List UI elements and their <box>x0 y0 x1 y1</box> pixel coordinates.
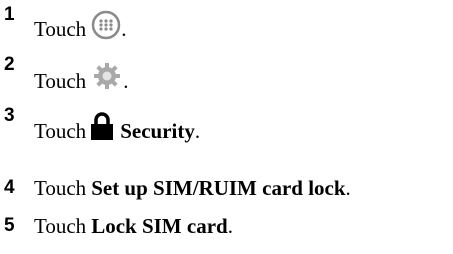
step-end: . <box>227 214 233 238</box>
step-instruction: Touch . <box>34 60 128 93</box>
step-verb: Touch <box>34 214 87 238</box>
step-verb: Touch <box>34 17 87 41</box>
step-verb: Touch <box>34 69 87 93</box>
step-3: 3 Touch Security . <box>0 106 453 146</box>
step-2: 2 Touch . <box>0 54 453 94</box>
gear-icon <box>94 63 121 89</box>
step-end: . <box>194 119 201 143</box>
step-5: 5 Touch Lock SIM card . <box>0 214 453 254</box>
step-number: 1 <box>4 4 15 25</box>
step-4: 4 Touch Set up SIM/RUIM card lock . <box>0 176 453 216</box>
step-instruction: Touch Security . <box>34 111 200 143</box>
step-target: Lock SIM card <box>91 214 228 238</box>
step-number: 5 <box>4 215 15 236</box>
step-1: 1 Touch . <box>0 2 453 42</box>
lock-icon <box>91 112 114 140</box>
step-verb: Touch <box>34 119 87 143</box>
step-number: 4 <box>4 177 15 198</box>
step-end: . <box>121 17 127 41</box>
step-number: 2 <box>4 54 15 75</box>
step-instruction: Touch . <box>34 10 126 41</box>
step-instruction: 5 Touch Lock SIM card . <box>4 214 233 238</box>
step-target: Set up SIM/RUIM card lock <box>91 176 346 200</box>
step-target: Security <box>120 119 195 143</box>
step-instruction: 4 Touch Set up SIM/RUIM card lock . <box>4 176 351 200</box>
step-end: . <box>123 69 129 93</box>
apps-icon <box>91 10 121 40</box>
step-number: 3 <box>4 105 15 126</box>
step-end: . <box>345 176 351 200</box>
step-verb: Touch <box>34 176 87 200</box>
